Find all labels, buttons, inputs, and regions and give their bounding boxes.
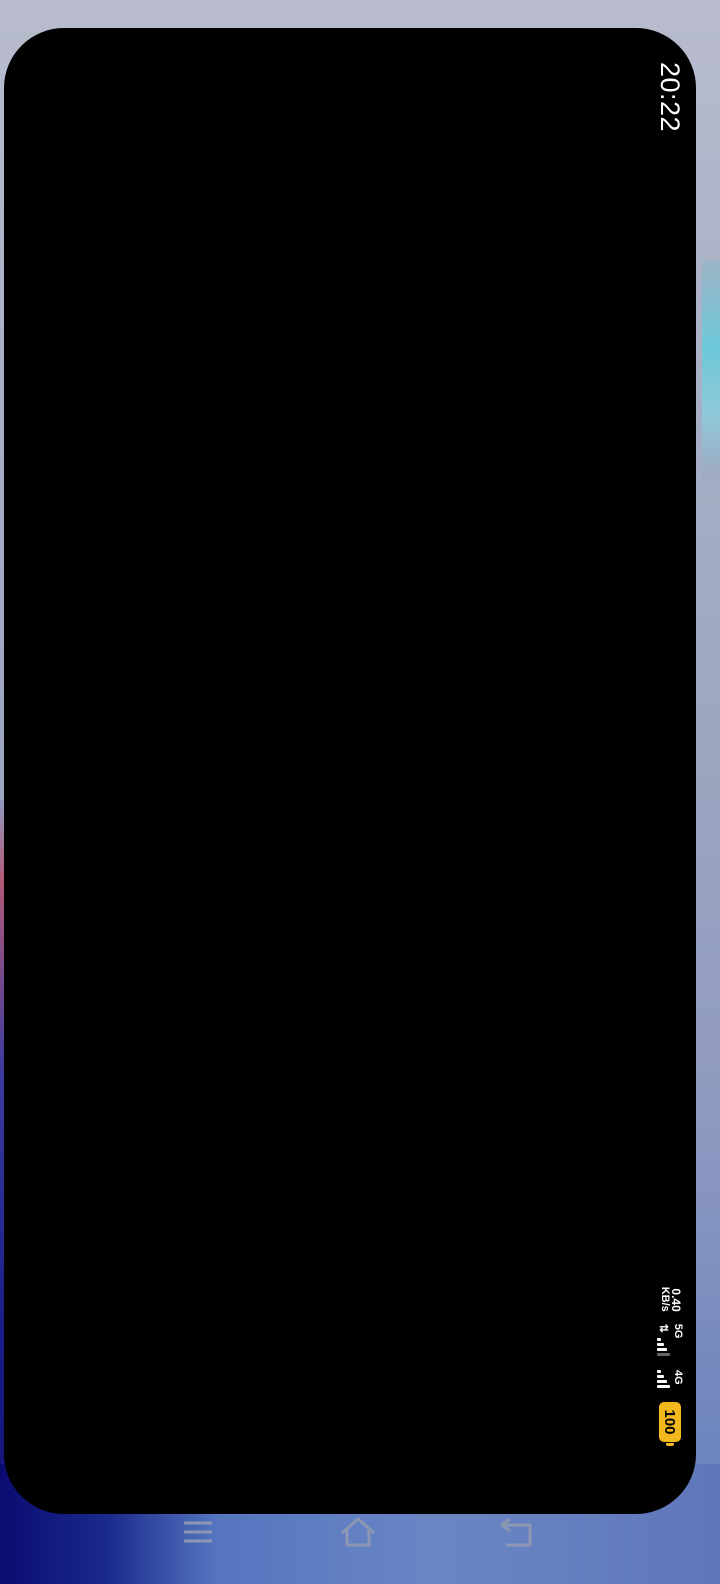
network-speed: 0.40 KB/s [659,1286,683,1312]
app-card[interactable] [4,28,696,1514]
signal-4g: 4G [657,1370,684,1388]
home-icon [341,1517,375,1547]
back-icon [500,1517,532,1547]
back-button[interactable] [488,1510,548,1554]
battery-level: 100 [661,1409,679,1435]
signal-bar [657,1380,667,1383]
menu-button[interactable] [168,1510,228,1554]
signal-bar [657,1375,664,1378]
status-bar: 20:22 0.40 KB/s 5G ⇅ 4G 100 [650,62,690,1442]
signal-bar [657,1338,661,1341]
signal-bar [657,1348,667,1351]
signal-bar [657,1370,661,1373]
network-speed-unit: KB/s [659,1286,671,1312]
data-arrows-icon: ⇅ [657,1323,669,1333]
status-time: 20:22 [655,62,686,133]
home-button[interactable] [328,1510,388,1554]
menu-icon [184,1521,212,1543]
signal-bar [657,1343,664,1346]
wallpaper-edge-right [702,260,720,480]
signal-4g-icon [657,1370,670,1388]
network-speed-value: 0.40 [669,1288,683,1312]
signal-5g: 5G ⇅ [657,1323,684,1356]
battery-icon: 100 [659,1402,681,1442]
signal-4g-label: 4G [672,1370,684,1385]
signal-bar [657,1385,670,1388]
signal-bar [657,1353,670,1356]
signal-5g-label: 5G [672,1323,684,1339]
signal-5g-icon: ⇅ [657,1324,670,1356]
